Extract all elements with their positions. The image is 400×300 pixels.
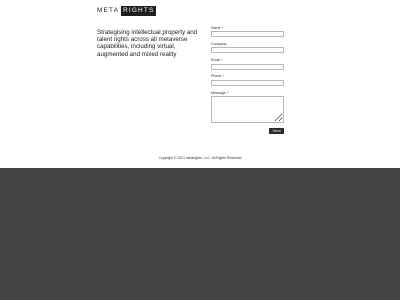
company-field[interactable] — [211, 47, 284, 53]
name-field[interactable] — [211, 31, 284, 37]
message-field[interactable] — [211, 96, 284, 123]
name-label: Name * — [211, 26, 223, 30]
email-label: Email * — [211, 58, 223, 62]
send-button[interactable]: Send — [269, 128, 284, 134]
phone-label: Phone * — [211, 74, 224, 78]
copyright-text: Copyright © 2021 metarights, LLC. All Ri… — [158, 156, 242, 160]
logo[interactable]: META RIGHTS — [97, 6, 157, 16]
message-label: Message * — [211, 91, 228, 95]
phone-field[interactable] — [211, 80, 284, 86]
company-label: Company — [211, 42, 227, 46]
tagline: Strategising intellectual property and t… — [97, 29, 198, 58]
email-field[interactable] — [211, 64, 284, 70]
logo-meta-text: META — [97, 7, 120, 14]
logo-rights-text: RIGHTS — [121, 6, 157, 16]
page-content — [0, 0, 400, 168]
footer-background — [0, 168, 400, 300]
